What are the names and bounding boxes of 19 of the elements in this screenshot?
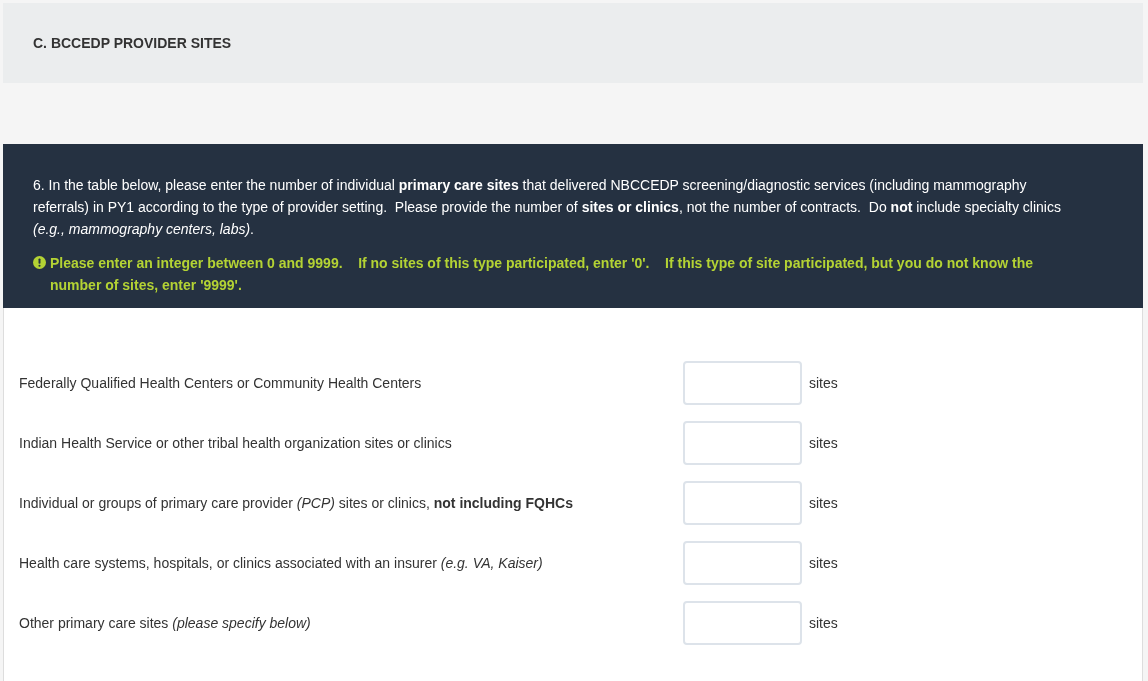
section-title: C. BCCEDP PROVIDER SITES [33,35,232,51]
exclamation-icon [33,256,46,269]
unit-label: sites [809,615,838,631]
validation-hint: Please enter an integer between 0 and 9999. If no sites of this type participated, enter '0'. If this type of site participated, but you do not know the number of sites, enter '9999'. [50,254,1034,295]
row-label: Indian Health Service or other tribal health organization sites or clinics [18,435,453,451]
question-text: 6. In the table below, please enter the number of individual primary care sites that delivered NBCCEDP screening/diagnostic services (including mammography referrals) in PY1 according to the type of provider setting. Please provide the number of sites or clinics, not the number of contracts. Do not include specialty clinics (e.g., mammography centers, labs). [33,176,1062,239]
unit-label: sites [809,555,838,571]
row-label: Other primary care sites (please specify below) [18,615,312,631]
input-field[interactable] [683,421,802,465]
input-field[interactable] [683,481,802,525]
unit-label: sites [809,495,838,511]
row-label: Health care systems, hospitals, or clinics associated with an insurer (e.g. VA, Kaiser) [18,555,544,571]
input-field[interactable] [683,601,802,645]
unit-label: sites [809,375,838,391]
input-field[interactable] [683,541,802,585]
row-label: Individual or groups of primary care provider (PCP) sites or clinics, not including FQHCs [18,495,574,511]
row-label: Federally Qualified Health Centers or Community Health Centers [18,375,423,391]
input-field[interactable] [683,361,802,405]
unit-label: sites [809,435,838,451]
